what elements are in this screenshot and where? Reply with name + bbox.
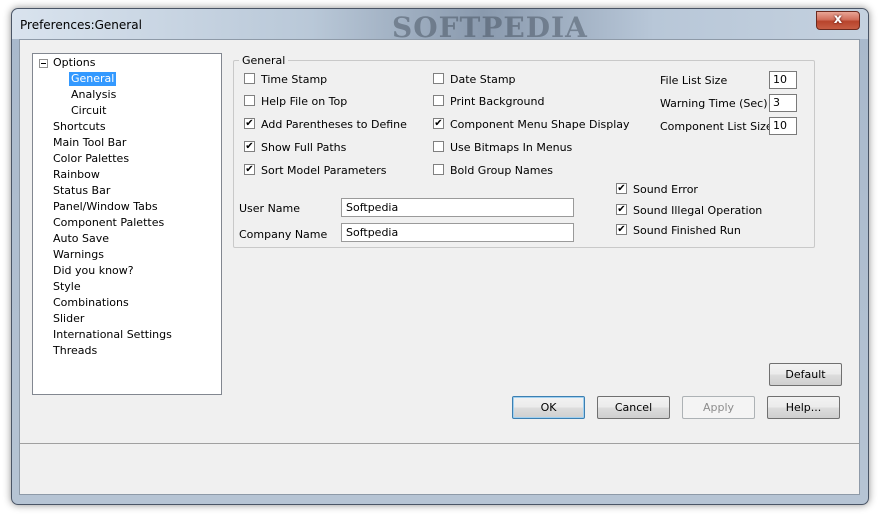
tree-item-rainbow[interactable]: Rainbow bbox=[53, 168, 100, 182]
checkbox-box[interactable]: ✔ bbox=[616, 224, 627, 235]
tree-item-slider[interactable]: Slider bbox=[53, 312, 84, 326]
checkbox-box[interactable]: ✔ bbox=[244, 118, 255, 129]
general-group-legend: General bbox=[239, 54, 289, 67]
user-name-input[interactable]: Softpedia bbox=[341, 198, 574, 217]
company-name-label: Company Name bbox=[239, 228, 328, 241]
tree-item-warnings[interactable]: Warnings bbox=[53, 248, 104, 262]
tree-item-component-palettes[interactable]: Component Palettes bbox=[53, 216, 164, 230]
checkbox-box[interactable]: ✔ bbox=[244, 141, 255, 152]
checkbox-label: Show Full Paths bbox=[261, 141, 347, 154]
ok-button[interactable]: OK bbox=[512, 396, 585, 419]
tree-item-combinations[interactable]: Combinations bbox=[53, 296, 129, 310]
default-button[interactable]: Default bbox=[769, 363, 842, 386]
checkbox-label: Sound Error bbox=[633, 183, 698, 196]
checkbox-label: Component Menu Shape Display bbox=[450, 118, 630, 131]
status-bar bbox=[20, 443, 859, 495]
checkbox-label: Bold Group Names bbox=[450, 164, 553, 177]
checkbox-box[interactable] bbox=[244, 95, 255, 106]
checkbox-label: Sound Finished Run bbox=[633, 224, 741, 237]
cancel-button[interactable]: Cancel bbox=[597, 396, 670, 419]
component-list-size-label: Component List Size bbox=[660, 120, 773, 133]
dialog-client-area: Options General Analysis Circuit Shortcu… bbox=[19, 39, 860, 495]
checkbox-box[interactable] bbox=[433, 164, 444, 175]
user-name-label: User Name bbox=[239, 202, 301, 215]
checkbox-label: Sort Model Parameters bbox=[261, 164, 387, 177]
help-button[interactable]: Help... bbox=[767, 396, 840, 419]
company-name-input[interactable]: Softpedia bbox=[341, 223, 574, 242]
checkbox-box[interactable]: ✔ bbox=[616, 204, 627, 215]
tree-item-style[interactable]: Style bbox=[53, 280, 81, 294]
close-button[interactable]: x bbox=[816, 11, 860, 30]
checkbox-label: Time Stamp bbox=[261, 73, 328, 86]
warning-time-input[interactable]: 3 bbox=[769, 94, 797, 112]
tree-item-international-settings[interactable]: International Settings bbox=[53, 328, 172, 342]
tree-item-panel-window-tabs[interactable]: Panel/Window Tabs bbox=[53, 200, 158, 214]
checkbox-label: Add Parentheses to Define bbox=[261, 118, 407, 131]
tree-item-did-you-know[interactable]: Did you know? bbox=[53, 264, 134, 278]
checkbox-box[interactable] bbox=[433, 141, 444, 152]
checkbox-box[interactable]: ✔ bbox=[433, 118, 444, 129]
tree-item-circuit[interactable]: Circuit bbox=[71, 104, 106, 118]
title-bar[interactable]: Preferences:General SOFTPEDIA x bbox=[12, 9, 868, 44]
checkbox-box[interactable] bbox=[433, 95, 444, 106]
checkbox-label: Date Stamp bbox=[450, 73, 516, 86]
checkbox-label: Print Background bbox=[450, 95, 545, 108]
close-icon: x bbox=[833, 12, 843, 27]
checkbox-label: Sound Illegal Operation bbox=[633, 204, 763, 217]
checkbox-label: Help File on Top bbox=[261, 95, 348, 108]
tree-item-options[interactable]: Options bbox=[53, 56, 95, 70]
apply-button[interactable]: Apply bbox=[682, 396, 755, 419]
tree-item-analysis[interactable]: Analysis bbox=[71, 88, 116, 102]
tree-item-color-palettes[interactable]: Color Palettes bbox=[53, 152, 129, 166]
checkbox-label: Use Bitmaps In Menus bbox=[450, 141, 573, 154]
component-list-size-input[interactable]: 10 bbox=[769, 117, 797, 135]
checkbox-box[interactable]: ✔ bbox=[244, 164, 255, 175]
tree-item-main-tool-bar[interactable]: Main Tool Bar bbox=[53, 136, 126, 150]
tree-item-threads[interactable]: Threads bbox=[53, 344, 97, 358]
warning-time-label: Warning Time (Sec) bbox=[660, 97, 768, 110]
checkbox-box[interactable] bbox=[244, 73, 255, 84]
checkbox-box[interactable]: ✔ bbox=[616, 183, 627, 194]
tree-item-status-bar[interactable]: Status Bar bbox=[53, 184, 110, 198]
file-list-size-label: File List Size bbox=[660, 74, 728, 87]
options-tree[interactable]: Options General Analysis Circuit Shortcu… bbox=[32, 53, 222, 395]
tree-item-shortcuts[interactable]: Shortcuts bbox=[53, 120, 106, 134]
tree-item-general[interactable]: General bbox=[69, 72, 117, 86]
preferences-window: Preferences:General SOFTPEDIA x Options … bbox=[11, 8, 869, 505]
tree-item-auto-save[interactable]: Auto Save bbox=[53, 232, 109, 246]
file-list-size-input[interactable]: 10 bbox=[769, 71, 797, 89]
checkbox-box[interactable] bbox=[433, 73, 444, 84]
window-title: Preferences:General bbox=[20, 18, 142, 32]
collapse-icon[interactable] bbox=[39, 59, 48, 68]
